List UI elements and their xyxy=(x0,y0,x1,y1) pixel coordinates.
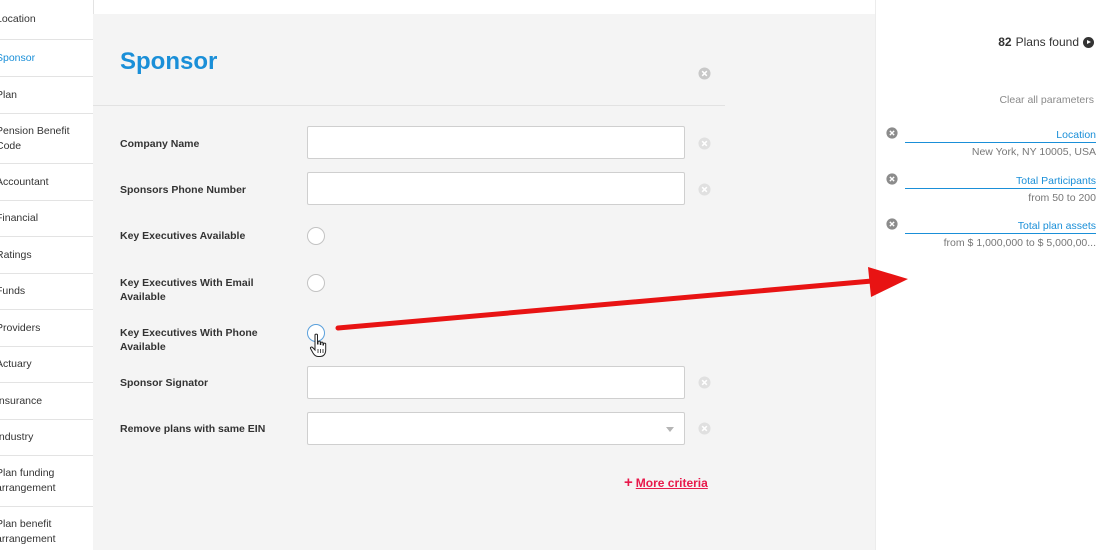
results-panel xyxy=(875,0,1100,550)
parameter-name[interactable]: Location xyxy=(905,129,1096,143)
sidebar-item-financial[interactable]: Financial xyxy=(0,201,93,237)
chevron-down-icon xyxy=(666,427,674,432)
sidebar-item-accountant[interactable]: Accountant xyxy=(0,164,93,201)
key-executives-email-label: Key Executives With Email Available xyxy=(120,277,254,303)
arrow-right-circle-icon[interactable] xyxy=(1083,36,1094,48)
panel-title: Sponsor xyxy=(120,48,218,75)
hand-pointer-icon xyxy=(309,333,327,357)
sidebar-item-label: Accountant xyxy=(0,175,49,188)
sidebar-item-label: Industry xyxy=(0,431,34,443)
sidebar-item-label: Plan xyxy=(0,88,18,101)
more-criteria-link[interactable]: + More criteria xyxy=(624,474,708,491)
sidebar-item-label: Pension Benefit Code xyxy=(0,124,70,152)
sidebar-item-label: Plan funding arrangement xyxy=(0,467,56,494)
sponsor-phone-input[interactable] xyxy=(307,172,685,205)
sponsor-signator-label: Sponsor Signator xyxy=(120,377,209,389)
remove-same-ein-select[interactable] xyxy=(307,412,685,445)
sidebar-item-label: Actuary xyxy=(0,358,32,370)
sidebar-item-pension-benefit-code[interactable]: Pension Benefit Code xyxy=(0,114,93,164)
parameter-name[interactable]: Total plan assets xyxy=(905,220,1096,234)
sidebar-item-label: Location xyxy=(0,13,36,25)
sponsor-signator-input[interactable] xyxy=(307,366,685,399)
parameter-name[interactable]: Total Participants xyxy=(905,175,1096,189)
sidebar-item-funds[interactable]: Funds xyxy=(0,274,93,310)
sidebar-item-label: Financial xyxy=(0,212,39,224)
sidebar-item-label: Insurance xyxy=(0,394,43,407)
plans-found[interactable]: 82 Plans found xyxy=(998,35,1094,49)
plans-count: 82 xyxy=(998,35,1012,49)
sidebar-item-plan[interactable]: Plan xyxy=(0,77,93,114)
key-executives-email-radio[interactable] xyxy=(307,274,325,292)
sidebar-item-industry[interactable]: Industry xyxy=(0,420,93,456)
sidebar-item-label: Providers xyxy=(0,321,41,334)
close-circle-icon[interactable] xyxy=(698,422,711,435)
close-circle-icon[interactable] xyxy=(886,127,898,139)
close-circle-icon[interactable] xyxy=(886,218,898,230)
close-circle-icon[interactable] xyxy=(698,183,711,196)
sidebar-item-insurance[interactable]: Insurance xyxy=(0,383,93,420)
clear-all-parameters-link[interactable]: Clear all parameters xyxy=(999,94,1094,106)
parameter-value: from 50 to 200 xyxy=(1028,192,1096,204)
close-circle-icon[interactable] xyxy=(886,173,898,185)
company-name-label: Company Name xyxy=(120,138,200,150)
sponsor-phone-label: Sponsors Phone Number xyxy=(120,184,247,196)
sidebar-item-label: Funds xyxy=(0,285,26,297)
sidebar-item-label: Ratings xyxy=(0,248,32,261)
key-executives-label: Key Executives Available xyxy=(120,230,246,242)
close-circle-icon[interactable] xyxy=(698,137,711,150)
parameter-value: from $ 1,000,000 to $ 5,000,00... xyxy=(943,237,1096,249)
sidebar-item-ratings[interactable]: Ratings xyxy=(0,237,93,274)
sidebar-item-label: Plan benefit arrangement xyxy=(0,518,56,545)
sidebar-item-plan-funding-arrangement[interactable]: Plan funding arrangement xyxy=(0,456,93,507)
panel-divider xyxy=(93,105,725,106)
sidebar-item-actuary[interactable]: Actuary xyxy=(0,347,93,383)
close-circle-icon[interactable] xyxy=(698,376,711,389)
sidebar-item-location[interactable]: Location xyxy=(0,0,93,40)
more-criteria-label: More criteria xyxy=(635,476,708,490)
company-name-input[interactable] xyxy=(307,126,685,159)
key-executives-radio[interactable] xyxy=(307,227,325,245)
parameter-value: New York, NY 10005, USA xyxy=(971,146,1096,158)
plans-found-label: Plans found xyxy=(1015,35,1079,49)
key-executives-phone-label: Key Executives With Phone Available xyxy=(120,327,258,353)
sidebar-item-sponsor[interactable]: Sponsor xyxy=(0,40,93,77)
criteria-sidebar: Location Sponsor Plan Pension Benefit Co… xyxy=(0,0,94,550)
plus-icon: + xyxy=(624,474,633,491)
sidebar-item-plan-benefit-arrangement[interactable]: Plan benefit arrangement xyxy=(0,507,93,550)
sidebar-item-providers[interactable]: Providers xyxy=(0,310,93,347)
remove-same-ein-label: Remove plans with same EIN xyxy=(120,423,266,435)
sidebar-item-label: Sponsor xyxy=(0,51,36,64)
close-circle-icon[interactable] xyxy=(698,67,711,80)
